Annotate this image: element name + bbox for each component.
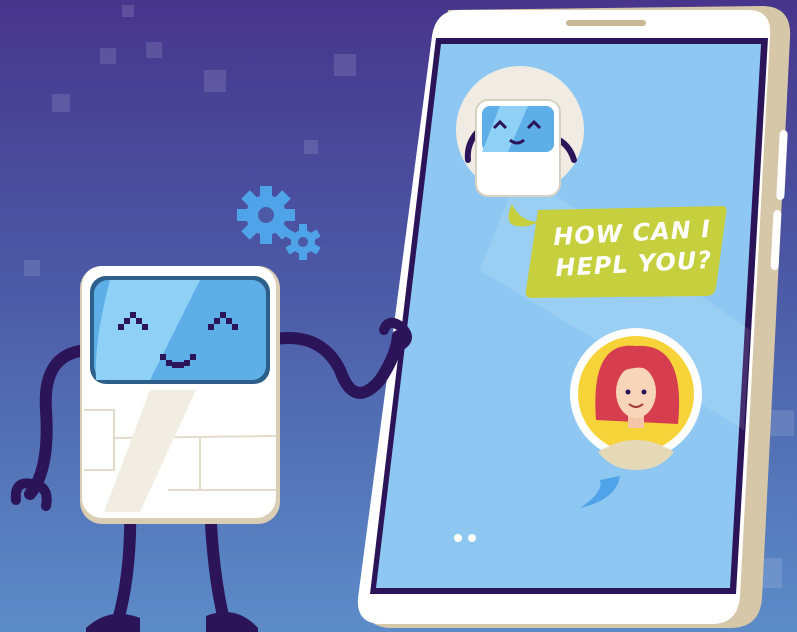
robot-right-foot bbox=[206, 612, 258, 632]
bot-message-text: HOW CAN I HEPL YOU? bbox=[552, 214, 713, 283]
gear-icon-small bbox=[285, 224, 321, 260]
illustration bbox=[10, 5, 794, 632]
robot-left-foot bbox=[86, 613, 140, 632]
robot-icon bbox=[80, 266, 280, 524]
